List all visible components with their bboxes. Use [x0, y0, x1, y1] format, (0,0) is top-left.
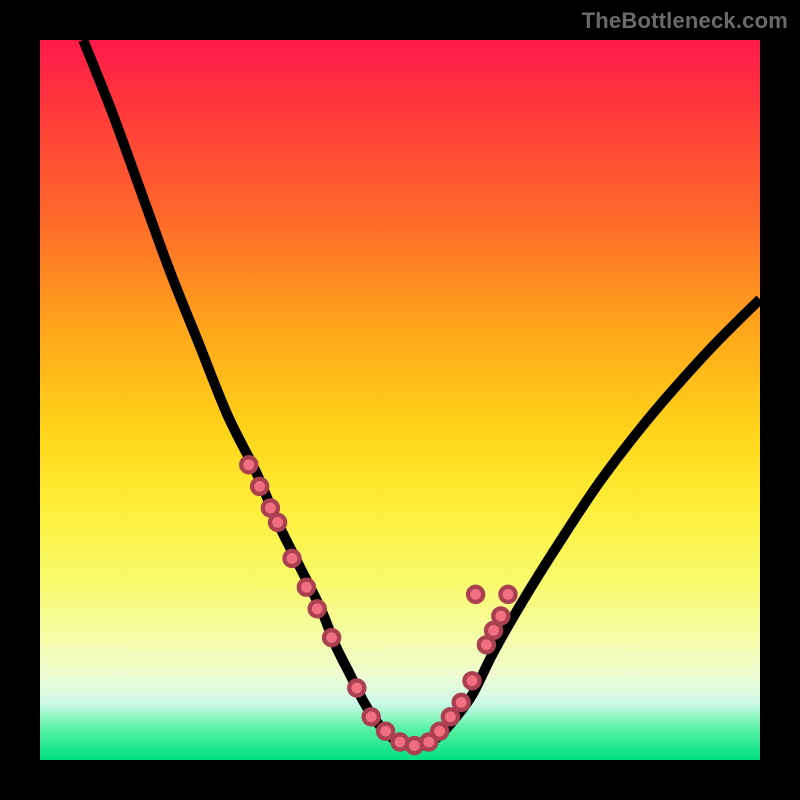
- highlighted-point: [454, 695, 469, 710]
- highlighted-point: [468, 587, 483, 602]
- chart-container: TheBottleneck.com: [0, 0, 800, 800]
- highlighted-point: [443, 709, 458, 724]
- highlighted-point: [364, 709, 379, 724]
- bottleneck-curve: [83, 40, 760, 747]
- highlighted-point: [270, 515, 285, 530]
- highlighted-point: [241, 457, 256, 472]
- highlighted-point: [493, 608, 508, 623]
- watermark-label: TheBottleneck.com: [582, 8, 788, 34]
- highlighted-point: [252, 479, 267, 494]
- highlighted-point: [310, 601, 325, 616]
- highlighted-point: [324, 630, 339, 645]
- chart-svg: [40, 40, 760, 760]
- highlighted-point: [500, 587, 515, 602]
- highlighted-point: [432, 724, 447, 739]
- highlighted-point: [378, 724, 393, 739]
- highlighted-point: [299, 580, 314, 595]
- plot-area: [40, 40, 760, 760]
- highlighted-point: [464, 673, 479, 688]
- highlighted-point: [349, 680, 364, 695]
- highlighted-point: [284, 551, 299, 566]
- highlighted-points-group: [241, 457, 515, 753]
